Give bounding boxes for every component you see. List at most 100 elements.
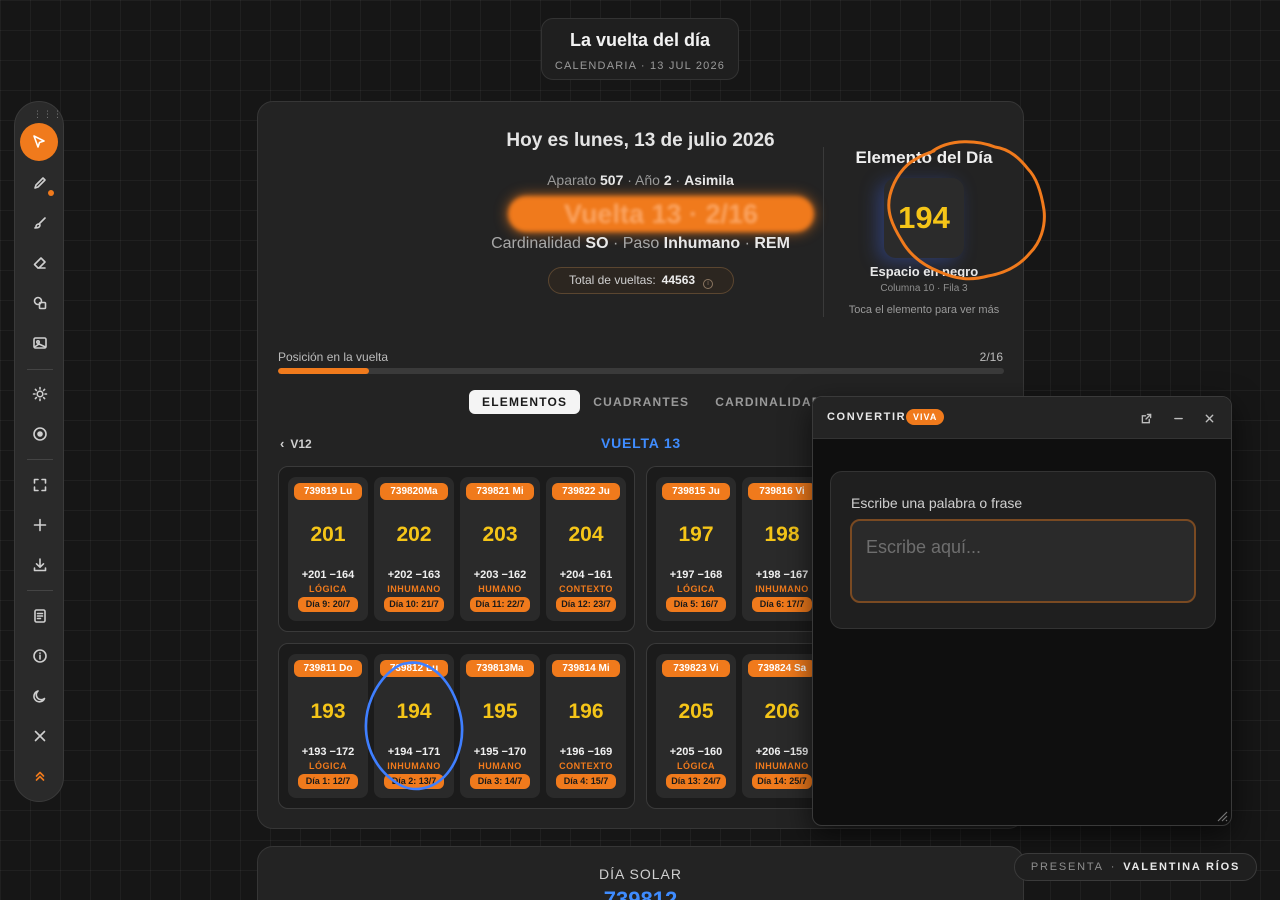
- close-tool-button[interactable]: [24, 720, 56, 752]
- day-date: Día 5: 16/7: [666, 597, 726, 612]
- day-code: 739814 Mi: [552, 660, 620, 677]
- day-card[interactable]: 739816 Vi 198 +198 −167 INHUMANO Día 6: 17/7: [742, 477, 822, 621]
- day-card[interactable]: 739824 Sa 206 +206 −159 INHUMANO Día 14: 25/…: [742, 654, 822, 798]
- view-tabs: ELEMENTOS CUADRANTES CARDINALIDAD: [469, 390, 835, 414]
- total-laps-label: Total de vueltas:: [568, 273, 656, 287]
- day-category: CONTEXTO: [559, 584, 613, 594]
- day-category: INHUMANO: [387, 761, 441, 771]
- eraser-icon: [33, 257, 46, 269]
- previous-lap-button[interactable]: ‹ V12: [280, 436, 312, 451]
- element-of-day: Elemento del Día 194 Espacio en negro Co…: [824, 148, 1024, 316]
- day-diff: +193 −172: [301, 746, 355, 758]
- fullscreen-tool-button[interactable]: [24, 469, 56, 501]
- day-number: 206: [764, 700, 800, 723]
- day-date: Día 3: 14/7: [470, 774, 530, 789]
- day-category: INHUMANO: [387, 584, 441, 594]
- day-card[interactable]: 739820Ma 202 +202 −163 INHUMANO Día 10: 21/7: [374, 477, 454, 621]
- toolbar-divider: [27, 369, 53, 370]
- minimize-button[interactable]: [1169, 409, 1187, 427]
- day-number: 202: [396, 523, 432, 546]
- day-number: 194: [396, 700, 432, 723]
- day-diff: +194 −171: [387, 746, 441, 758]
- day-card[interactable]: 739814 Mi 196 +196 −169 CONTEXTO Día 4: 15/7: [546, 654, 626, 798]
- day-card[interactable]: 739821 Mi 203 +203 −162 HUMANO Día 11: 22/7: [460, 477, 540, 621]
- quadrant-2: 739815 Ju 197 +197 −168 LÓGICA Día 5: 16/7 73…: [646, 466, 836, 632]
- external-link-icon: [1141, 413, 1151, 423]
- day-number: 193: [310, 700, 346, 723]
- day-diff: +202 −163: [387, 569, 441, 581]
- day-card[interactable]: 739813Ma 195 +195 −170 HUMANO Día 3: 14/7: [460, 654, 540, 798]
- popout-button[interactable]: [1137, 409, 1155, 427]
- target-icon: [33, 427, 47, 441]
- tab-cuadrantes[interactable]: CUADRANTES: [580, 390, 702, 414]
- solar-day-card: DÍA SOLAR 739812: [257, 846, 1024, 900]
- day-category: CONTEXTO: [559, 761, 613, 771]
- day-number: 197: [678, 523, 714, 546]
- element-name: Espacio en negro: [869, 264, 979, 279]
- tab-elementos[interactable]: ELEMENTOS: [469, 390, 581, 414]
- progress-fill: [278, 368, 369, 374]
- toolbar-grip-icon[interactable]: ⋮⋮⋮: [33, 110, 62, 119]
- chevron-left-icon: ‹: [280, 436, 285, 451]
- element-tile[interactable]: 194: [884, 178, 964, 258]
- day-date: Día 11: 22/7: [470, 597, 530, 612]
- day-card[interactable]: 739819 Lu 201 +201 −164 LÓGICA Día 9: 20/7: [288, 477, 368, 621]
- pencil-tool-button[interactable]: [24, 167, 56, 199]
- anio-value: 2: [663, 172, 672, 188]
- element-position: Columna 10 · Fila 3: [880, 283, 968, 294]
- day-card[interactable]: 739812 Lu 194 +194 −171 INHUMANO Día 2: 13/7: [374, 654, 454, 798]
- day-card[interactable]: 739823 Vi 205 +205 −160 LÓGICA Día 13: 24/7: [656, 654, 736, 798]
- select-tool-button[interactable]: [20, 123, 58, 161]
- sep: ·: [675, 172, 685, 188]
- download-tool-button[interactable]: [24, 549, 56, 581]
- resize-handle-icon[interactable]: [1214, 808, 1228, 822]
- brush-tool-button[interactable]: [24, 207, 56, 239]
- pencil-icon: [34, 177, 46, 189]
- progress-value: 2/16: [979, 350, 1003, 364]
- day-number: 205: [678, 700, 714, 723]
- drawing-toolbar: ⋮⋮⋮: [14, 101, 64, 802]
- day-diff: +204 −161: [559, 569, 613, 581]
- shapes-tool-button[interactable]: [24, 287, 56, 319]
- day-code: 739824 Sa: [748, 660, 816, 677]
- current-lap-title: VUELTA 13: [600, 435, 682, 451]
- day-category: LÓGICA: [677, 761, 715, 771]
- brush-icon: [34, 217, 46, 229]
- cardinality-value: SO: [585, 235, 609, 252]
- phrase-input[interactable]: [850, 519, 1196, 603]
- record-tool-button[interactable]: [24, 418, 56, 450]
- quadrant-1: 739819 Lu 201 +201 −164 LÓGICA Día 9: 20/7 73…: [278, 466, 635, 632]
- eraser-tool-button[interactable]: [24, 247, 56, 279]
- sun-icon: [32, 386, 48, 402]
- day-card[interactable]: 739815 Ju 197 +197 −168 LÓGICA Día 5: 16/7: [656, 477, 736, 621]
- day-category: INHUMANO: [755, 761, 809, 771]
- image-tool-button[interactable]: [24, 327, 56, 359]
- converter-header[interactable]: CONVERTIR VIVA: [813, 397, 1231, 439]
- paso-value: Inhumano: [663, 235, 741, 252]
- converter-label: Escribe una palabra o frase: [851, 495, 1023, 511]
- info-tool-button[interactable]: [24, 640, 56, 672]
- add-tool-button[interactable]: [24, 509, 56, 541]
- collapse-tool-button[interactable]: [24, 760, 56, 792]
- day-category: LÓGICA: [309, 761, 347, 771]
- plus-icon: [33, 518, 47, 532]
- notes-tool-button[interactable]: [24, 600, 56, 632]
- day-diff: +195 −170: [473, 746, 527, 758]
- close-window-button[interactable]: [1200, 409, 1218, 427]
- day-code: 739821 Mi: [466, 483, 534, 500]
- presenter-label: PRESENTA: [1030, 861, 1104, 873]
- day-card[interactable]: 739811 Do 193 +193 −172 LÓGICA Día 1: 12/7: [288, 654, 368, 798]
- image-icon: [33, 337, 47, 349]
- toolbar-divider: [27, 590, 53, 591]
- brightness-tool-button[interactable]: [24, 378, 56, 410]
- day-date: Día 13: 24/7: [666, 774, 726, 789]
- day-number: 196: [568, 700, 604, 723]
- day-date: Día 4: 15/7: [556, 774, 616, 789]
- day-category: LÓGICA: [309, 584, 347, 594]
- pencil-active-dot: [48, 190, 54, 196]
- total-laps-pill[interactable]: Total de vueltas: 44563 i: [548, 267, 734, 294]
- dark-mode-tool-button[interactable]: [24, 680, 56, 712]
- day-code: 739815 Ju: [662, 483, 730, 500]
- day-diff: +201 −164: [301, 569, 355, 581]
- day-card[interactable]: 739822 Ju 204 +204 −161 CONTEXTO Día 12: 23/…: [546, 477, 626, 621]
